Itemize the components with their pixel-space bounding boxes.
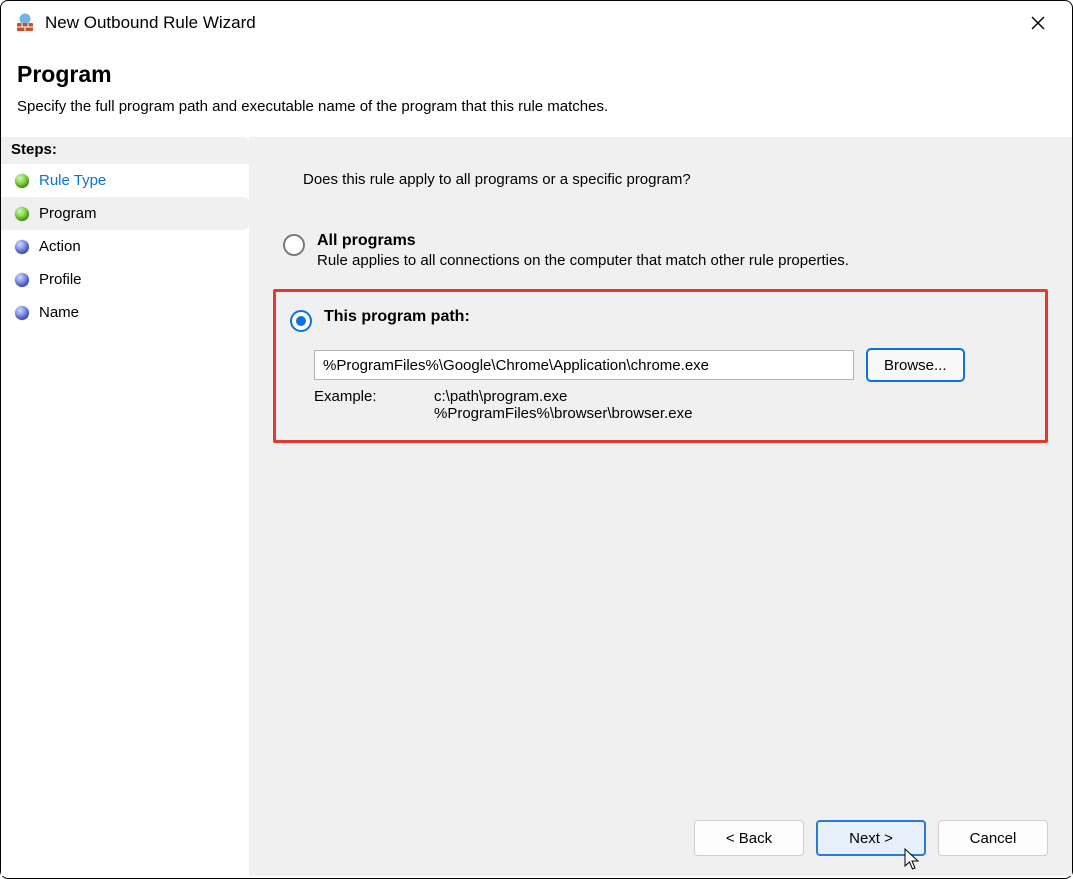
step-label: Action [39,238,81,255]
option-desc: Rule applies to all connections on the c… [317,252,1040,269]
bullet-icon [15,174,29,188]
titlebar: New Outbound Rule Wizard [1,1,1072,45]
program-path-input[interactable] [314,350,854,380]
example-values: c:\path\program.exe %ProgramFiles%\brows… [434,388,692,422]
browse-button[interactable]: Browse... [866,348,965,382]
window-title: New Outbound Rule Wizard [45,13,256,33]
wizard-content: Does this rule apply to all programs or … [249,137,1072,876]
wizard-footer: < Back Next > Cancel [694,820,1048,856]
page-subtitle: Specify the full program path and execut… [17,98,1056,115]
step-action[interactable]: Action [1,230,249,263]
step-program[interactable]: Program [1,197,249,230]
bullet-icon [15,207,29,221]
step-label: Rule Type [39,172,106,189]
wizard-header: Program Specify the full program path an… [1,45,1072,137]
highlighted-section: This program path: Browse... Example: c:… [273,289,1048,443]
close-icon [1030,15,1046,31]
next-button[interactable]: Next > [816,820,926,856]
step-name[interactable]: Name [1,296,249,329]
page-title: Program [17,61,1056,88]
option-all-programs[interactable]: All programs Rule applies to all connect… [273,226,1048,275]
option-this-program-path[interactable]: This program path: [280,302,1027,338]
bullet-icon [15,240,29,254]
radio-all-programs[interactable] [283,234,305,256]
step-label: Name [39,304,79,321]
step-label: Program [39,205,97,222]
step-label: Profile [39,271,82,288]
step-profile[interactable]: Profile [1,263,249,296]
step-rule-type[interactable]: Rule Type [1,164,249,197]
steps-sidebar: Steps: Rule Type Program Action Profile … [1,137,249,876]
example-label: Example: [314,388,394,422]
prompt-text: Does this rule apply to all programs or … [273,157,1048,226]
bullet-icon [15,273,29,287]
option-title: This program path: [324,308,1019,326]
steps-heading: Steps: [1,137,249,164]
radio-this-program-path[interactable] [290,310,312,332]
close-button[interactable] [1018,7,1058,39]
bullet-icon [15,306,29,320]
cancel-button[interactable]: Cancel [938,820,1048,856]
option-title: All programs [317,232,1040,250]
back-button[interactable]: < Back [694,820,804,856]
firewall-icon [15,13,35,33]
